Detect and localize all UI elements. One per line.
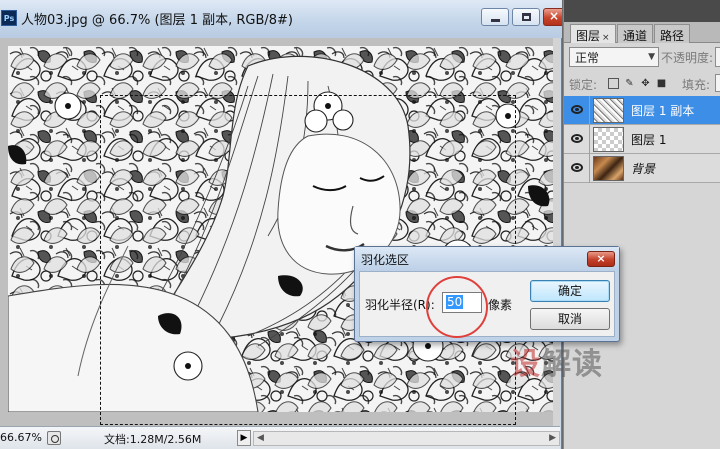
dialog-title: 羽化选区: [361, 253, 410, 267]
tab-label: 路径: [660, 29, 685, 43]
divider: [589, 96, 590, 125]
opacity-input[interactable]: [715, 47, 720, 67]
tab-paths[interactable]: 路径: [654, 24, 691, 43]
navigator-icon[interactable]: [47, 431, 61, 445]
layer-row[interactable]: 背景: [564, 154, 720, 183]
divider: [589, 125, 590, 154]
layer-row[interactable]: 图层 1 副本: [564, 96, 720, 125]
document-size: 文档:1.28M/2.56M: [104, 433, 202, 446]
layer-list: 图层 1 副本 图层 1 背景: [564, 96, 720, 183]
eye-icon[interactable]: [571, 163, 583, 172]
fill-label: 填充:: [682, 78, 711, 92]
tab-channels[interactable]: 通道: [617, 24, 654, 43]
scroll-right-icon[interactable]: ▶: [549, 433, 556, 443]
eye-icon[interactable]: [571, 134, 583, 143]
highlight-circle-annotation: [426, 276, 488, 338]
divider: [589, 154, 590, 183]
status-bar: 66.67% 文档:1.28M/2.56M ▶ ◀ ▶: [0, 426, 560, 449]
watermark: 设解读: [510, 339, 603, 383]
layer-row[interactable]: 图层 1: [564, 125, 720, 154]
chevron-down-icon: ▼: [648, 52, 655, 62]
layer-name: 背景: [631, 162, 656, 176]
dialog-titlebar[interactable]: 羽化选区 ×: [355, 247, 619, 271]
watermark-part1: 设: [510, 347, 541, 382]
close-window-button[interactable]: ×: [543, 8, 562, 26]
document-window: Ps 人物03.jpg @ 66.7% (图层 1 副本, RGB/8#) ×: [0, 0, 562, 449]
feather-selection-dialog: 羽化选区 × 羽化半径(R): 50 像素 确定 取消: [354, 246, 620, 342]
unit-label: 像素: [488, 298, 513, 312]
watermark-part2: 解读: [541, 347, 603, 382]
lock-all-icon[interactable]: ■: [656, 78, 667, 89]
panel-header: [564, 0, 720, 22]
lock-brush-icon[interactable]: ✎: [624, 78, 635, 89]
blend-mode-value: 正常: [575, 51, 600, 65]
layer-name: 图层 1 副本: [631, 104, 695, 118]
minimize-icon: [491, 19, 500, 22]
tab-close-icon[interactable]: ×: [602, 33, 610, 43]
tab-layers[interactable]: 图层 ×: [570, 24, 616, 43]
scroll-left-icon[interactable]: ◀: [257, 433, 264, 443]
status-menu-arrow-icon[interactable]: ▶: [237, 430, 251, 446]
lock-label: 锁定:: [569, 78, 598, 92]
maximize-button[interactable]: [512, 8, 540, 26]
layer-thumbnail: [593, 156, 624, 181]
photoshop-icon: Ps: [1, 10, 17, 26]
cancel-button[interactable]: 取消: [530, 308, 610, 330]
dialog-close-button[interactable]: ×: [587, 251, 615, 267]
document-titlebar[interactable]: Ps 人物03.jpg @ 66.7% (图层 1 副本, RGB/8#) ×: [0, 0, 562, 38]
tab-label: 图层: [576, 29, 601, 43]
horizontal-scrollbar[interactable]: ◀ ▶: [253, 431, 560, 446]
ok-button[interactable]: 确定: [530, 280, 610, 302]
lock-transparency-icon[interactable]: [608, 78, 619, 89]
close-icon: ×: [549, 9, 560, 23]
tab-label: 通道: [623, 29, 648, 43]
layer-thumbnail: [593, 98, 624, 123]
layer-name: 图层 1: [631, 133, 667, 147]
opacity-label: 不透明度:: [661, 51, 714, 65]
maximize-icon: [522, 13, 531, 21]
lock-move-icon[interactable]: ✥: [640, 78, 651, 89]
document-title: 人物03.jpg @ 66.7% (图层 1 副本, RGB/8#): [21, 13, 293, 28]
minimize-button[interactable]: [481, 8, 509, 26]
feather-radius-label: 羽化半径(R):: [365, 298, 435, 312]
fill-input[interactable]: [715, 74, 720, 92]
canvas-area[interactable]: [0, 38, 560, 426]
blend-mode-select[interactable]: 正常 ▼: [569, 47, 659, 67]
panel-tabs: 图层 × 通道 路径: [564, 22, 720, 43]
zoom-level[interactable]: 66.67%: [0, 431, 42, 444]
lock-row: 锁定: ✎ ✥ ■ 填充:: [564, 72, 720, 94]
layer-thumbnail: [593, 127, 624, 152]
eye-icon[interactable]: [571, 105, 583, 114]
